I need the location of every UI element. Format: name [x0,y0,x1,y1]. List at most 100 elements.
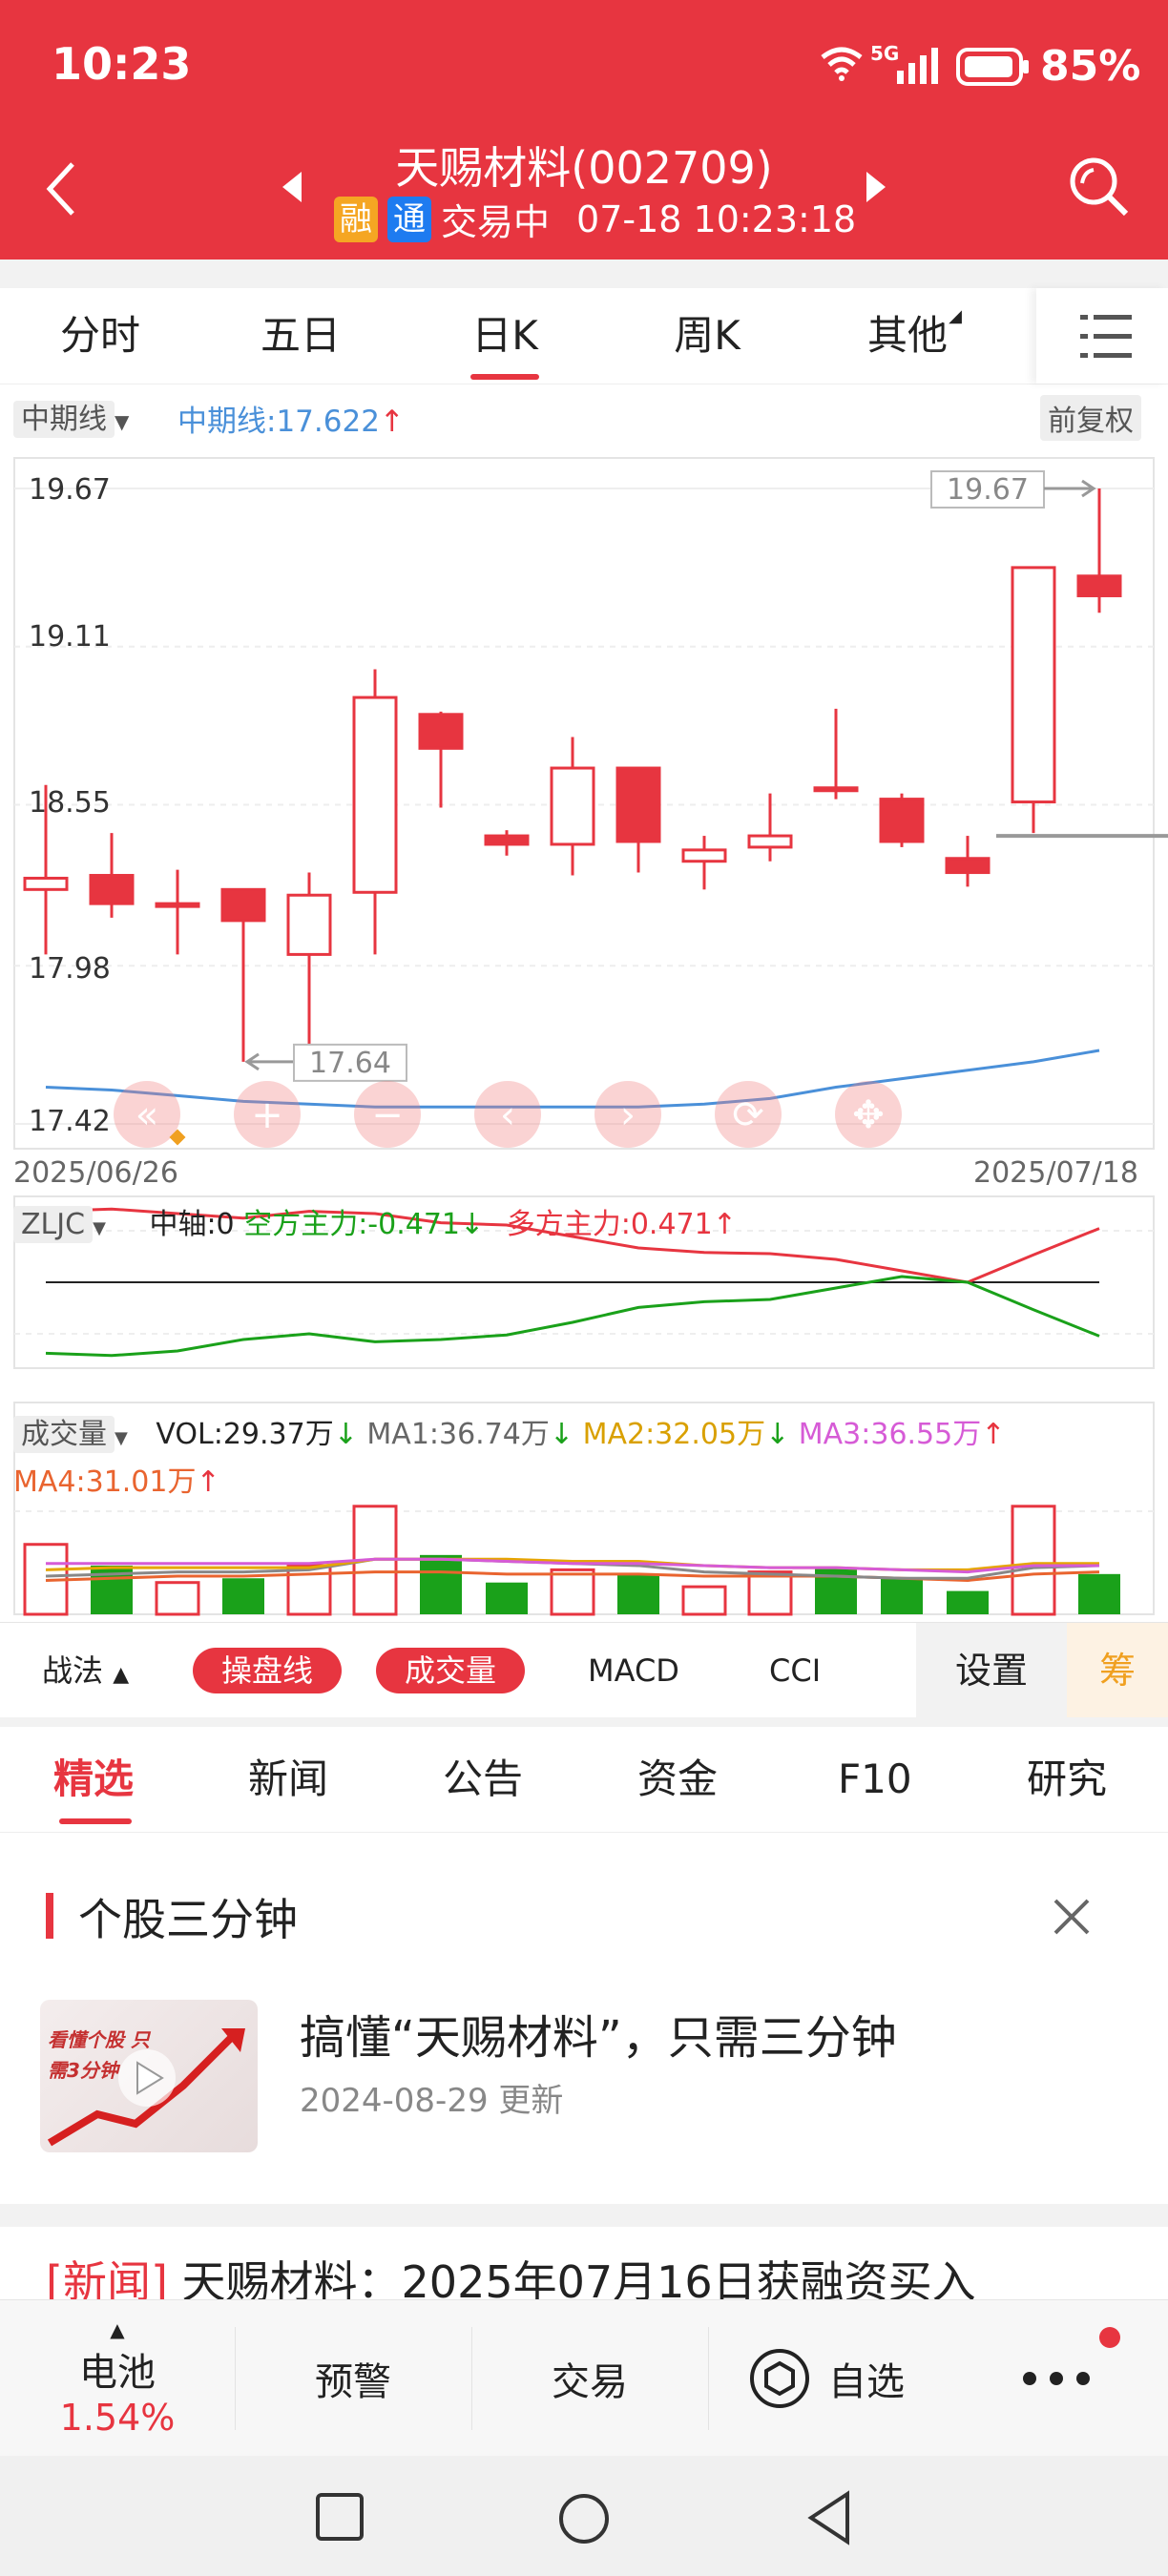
y-tick-2: 19.11 [29,620,111,654]
adjust-select[interactable]: 前复权 [1040,395,1141,441]
recent-apps-icon[interactable] [315,2492,365,2542]
tab-intraday[interactable]: 分时 [38,288,162,384]
zljc-kong-line [45,1275,1100,1358]
vol-ma2: MA2:32.05万 [582,1418,766,1451]
chart-settings-button[interactable] [1036,288,1168,384]
tab-featured[interactable]: 精选 [53,1727,134,1832]
min-price-label: 17.64 [309,1047,391,1080]
control-glyph: « [136,1093,158,1137]
close-icon[interactable] [1050,1895,1094,1939]
volume-header: 成交量 ▼ VOL:29.37万↓ MA1:36.74万↓ MA2:32.05万↓… [13,1410,1005,1453]
sector-change: 1.54% [59,2397,176,2439]
fullscreen-icon[interactable]: ✥ [835,1081,902,1148]
tab-five-day[interactable]: 五日 [239,288,363,384]
control-glyph: ⟳ [732,1093,764,1137]
tab-announcements[interactable]: 公告 [443,1727,523,1832]
watchlist-icon [750,2349,809,2408]
zoom-out-icon[interactable]: − [354,1081,421,1148]
candle-body [879,798,925,843]
zljc-header: ZLJC ▼ 中轴:0 空方主力:-0.471↓ 多方主力:0.471↑ [13,1200,737,1243]
pan-right-icon[interactable]: › [594,1081,661,1148]
indicator-pill-volume[interactable]: 成交量 [376,1648,526,1693]
tab-daily-k[interactable]: 日K [443,288,567,384]
news-tag: [新闻] [46,2256,168,2299]
wifi-icon [821,47,863,81]
volume-bar [681,1585,727,1616]
indicator-select[interactable]: 中期线 ▼ [13,395,129,438]
settings-button[interactable]: 设置 [916,1623,1067,1718]
news-text: 天赐材料：2025年07月16日获融资买入 [181,2256,976,2299]
zoom-in-icon[interactable]: + [234,1081,301,1148]
control-glyph: − [371,1093,404,1137]
tab-funds[interactable]: 资金 [637,1727,718,1832]
control-glyph: ✥ [852,1093,885,1137]
featured-underline [59,1818,132,1824]
vol-ma1: MA1:36.74万 [366,1418,550,1451]
back-nav-icon[interactable] [805,2490,851,2545]
rotate-icon[interactable]: ⟳ [715,1081,782,1148]
zljc-kong: 空方主力:-0.471 [243,1208,461,1241]
volume-bar [486,1582,528,1614]
notification-dot [1099,2327,1120,2348]
indicator-bar: 战法 ▲ 操盘线 成交量 MACD CCI 设置 筹 [0,1622,1168,1719]
vol-ma3: MA3:36.55万 [798,1418,982,1451]
candle-body [747,834,793,849]
zljc-select[interactable]: ZLJC [13,1206,94,1243]
vol-ma4: MA4:31.01万↑ [13,1465,220,1499]
candle-body [484,834,530,846]
candle-body [550,766,595,846]
card-separator [0,2204,1168,2227]
candle-body [1076,574,1122,597]
y-tick-5: 17.42 [29,1105,111,1138]
indicator-value: 中期线:17.622↑ [177,405,405,439]
chip-button[interactable]: 筹 [1067,1623,1168,1718]
control-glyph: ‹ [500,1093,515,1137]
max-price-label: 19.67 [947,473,1029,507]
sector-name: 电池 [79,2351,156,2395]
alert-button[interactable]: 预警 [235,2300,471,2457]
volume-bar [420,1554,462,1614]
trade-button[interactable]: 交易 [471,2300,708,2457]
candle-body [615,766,661,843]
card-accent-bar [46,1893,53,1939]
thumbnail-graphic [47,2028,245,2147]
candle-body [813,786,859,793]
indicator-pill-operation[interactable]: 操盘线 [193,1648,343,1693]
tab-f10[interactable]: F10 [838,1727,912,1832]
max-price-arrow [1044,479,1096,498]
volume-bar [881,1578,923,1614]
news-item[interactable]: [新闻] 天赐材料：2025年07月16日获融资买入 [46,2248,976,2299]
status-time: 10:23 [52,38,192,90]
indicator-macd[interactable]: MACD [588,1648,679,1693]
next-stock-icon[interactable] [865,170,887,204]
tab-research[interactable]: 研究 [1027,1727,1107,1832]
trading-status: 交易中 [441,201,551,243]
margin-badge: 融 [334,196,378,242]
search-icon[interactable] [1067,155,1130,218]
candle-body [681,848,727,863]
more-button[interactable] [945,2300,1168,2457]
home-icon[interactable] [557,2492,611,2545]
watchlist-button[interactable]: 自选 [708,2300,945,2457]
volume-bar [155,1581,200,1616]
stock-subtitle: 融 通 交易中 07-18 10:23:18 [334,193,856,245]
volume-bar [747,1570,793,1616]
volume-bar [550,1568,595,1616]
video-thumbnail[interactable]: 看懂个股 只需3分钟 [40,2000,258,2152]
battery-percent: 85% [1040,42,1141,91]
list-settings-icon [1080,315,1132,358]
y-tick-3: 18.55 [29,786,111,820]
tab-weekly-k[interactable]: 周K [645,288,769,384]
card-title: 个股三分钟 [78,1894,298,1945]
y-tick-4: 17.98 [29,952,111,986]
active-tab-indicator [470,374,539,380]
tab-other[interactable]: 其他 ◢ [845,288,970,384]
volume-select[interactable]: 成交量 [13,1416,115,1453]
tab-news[interactable]: 新闻 [248,1727,328,1832]
pan-left-icon[interactable]: ‹ [474,1081,541,1148]
strategy-button[interactable]: 战法 ▲ [42,1648,129,1698]
indicator-cci[interactable]: CCI [769,1648,821,1693]
card-headline[interactable]: 搞懂“天赐材料”，只需三分钟 [300,2000,897,2067]
sector-button[interactable]: ▲ 电池 1.54% [0,2300,235,2457]
stock-title: 天赐材料(002709) [395,142,773,194]
